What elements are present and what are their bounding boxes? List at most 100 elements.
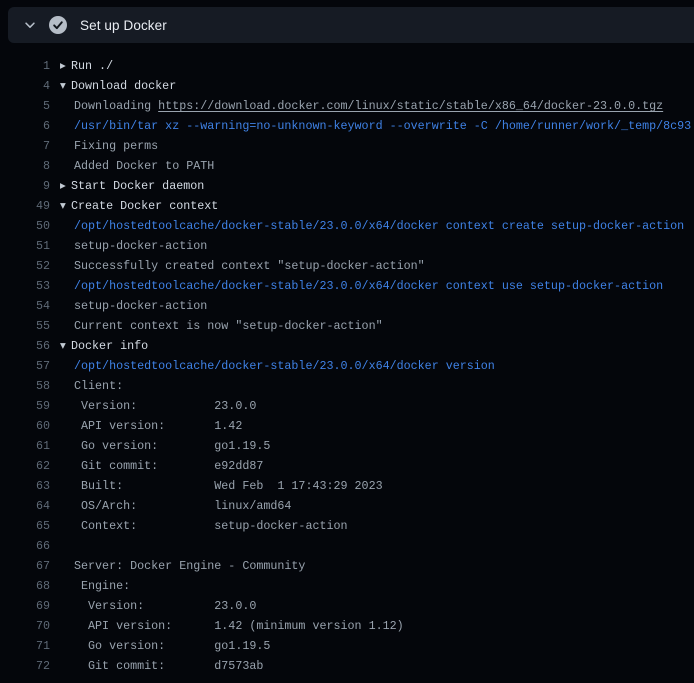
line-number[interactable]: 55	[0, 316, 50, 336]
group-title: Start Docker daemon	[71, 176, 204, 196]
log-text: Engine:	[74, 576, 130, 596]
indent-spacer	[50, 576, 74, 596]
log-line-row: 58Client:	[0, 376, 694, 396]
line-number[interactable]: 58	[0, 376, 50, 396]
indent-spacer	[50, 356, 74, 376]
step-header[interactable]: Set up Docker	[8, 7, 694, 43]
log-text: Git commit: d7573ab	[74, 656, 263, 676]
log-text: Current context is now "setup-docker-act…	[74, 316, 383, 336]
line-number[interactable]: 9	[0, 176, 50, 196]
log-line-row: 54 setup-docker-action	[0, 296, 694, 316]
line-number[interactable]: 5	[0, 96, 50, 116]
log-group-row[interactable]: 1 ▶Run ./	[0, 56, 694, 76]
chevron-down-icon[interactable]	[23, 18, 37, 32]
line-number[interactable]: 49	[0, 196, 50, 216]
indent-spacer	[50, 116, 74, 136]
log-line-row: 52 Successfully created context "setup-do…	[0, 256, 694, 276]
line-number[interactable]: 70	[0, 616, 50, 636]
log-text: Downloading https://download.docker.com/…	[74, 96, 663, 116]
line-number[interactable]: 63	[0, 476, 50, 496]
line-number[interactable]: 61	[0, 436, 50, 456]
line-number[interactable]: 1	[0, 56, 50, 76]
log-line-row: 68 Engine:	[0, 576, 694, 596]
line-number[interactable]: 71	[0, 636, 50, 656]
line-number[interactable]: 56	[0, 336, 50, 356]
line-number[interactable]: 54	[0, 296, 50, 316]
log-group-row[interactable]: 56 ▼Docker info	[0, 336, 694, 356]
log-text: Successfully created context "setup-dock…	[74, 256, 425, 276]
line-number[interactable]: 69	[0, 596, 50, 616]
triangle-collapsed-icon: ▶	[60, 56, 71, 76]
line-number[interactable]: 4	[0, 76, 50, 96]
indent-spacer	[50, 616, 74, 636]
line-number[interactable]: 67	[0, 556, 50, 576]
log-line-row: 53/opt/hostedtoolcache/docker-stable/23.…	[0, 276, 694, 296]
line-number[interactable]: 51	[0, 236, 50, 256]
command-text: /opt/hostedtoolcache/docker-stable/23.0.…	[74, 276, 663, 296]
triangle-expanded-icon: ▼	[60, 336, 71, 356]
log-line-row: 64 OS/Arch: linux/amd64	[0, 496, 694, 516]
log-line-row: 7Fixing perms	[0, 136, 694, 156]
line-number[interactable]: 65	[0, 516, 50, 536]
indent-spacer	[50, 156, 74, 176]
log-text: API version: 1.42 (minimum version 1.12)	[74, 616, 404, 636]
log-line-row: 63 Built: Wed Feb 1 17:43:29 2023	[0, 476, 694, 496]
line-number[interactable]: 52	[0, 256, 50, 276]
command-text: /opt/hostedtoolcache/docker-stable/23.0.…	[74, 356, 495, 376]
log-text: Context: setup-docker-action	[74, 516, 348, 536]
indent-spacer	[50, 236, 74, 256]
group-title: Create Docker context	[71, 196, 218, 216]
indent-spacer	[50, 516, 74, 536]
log-line-row: 71 Go version: go1.19.5	[0, 636, 694, 656]
log-line-row: 61 Go version: go1.19.5	[0, 436, 694, 456]
line-number[interactable]: 72	[0, 656, 50, 676]
indent-spacer	[50, 396, 74, 416]
log-group-row[interactable]: 49▼Create Docker context	[0, 196, 694, 216]
log-line-row: 62 Git commit: e92dd87	[0, 456, 694, 476]
line-number[interactable]: 7	[0, 136, 50, 156]
line-number[interactable]: 53	[0, 276, 50, 296]
log-line-row: 66	[0, 536, 694, 556]
log-line-row: 65 Context: setup-docker-action	[0, 516, 694, 536]
line-number[interactable]: 59	[0, 396, 50, 416]
log-text: Go version: go1.19.5	[74, 436, 270, 456]
log-line-row: 60 API version: 1.42	[0, 416, 694, 436]
log-text: API version: 1.42	[74, 416, 242, 436]
line-number[interactable]: 64	[0, 496, 50, 516]
log-lines: 1▶Run ./4▼Download docker5Downloading ht…	[0, 56, 694, 676]
log-line-row: 5 Downloading https://download.docker.com…	[0, 96, 694, 116]
indent-spacer	[50, 636, 74, 656]
indent-spacer	[50, 596, 74, 616]
indent-spacer	[50, 316, 74, 336]
log-text: Version: 23.0.0	[74, 396, 256, 416]
group-title: Docker info	[71, 336, 148, 356]
log-text: Git commit: e92dd87	[74, 456, 263, 476]
line-number[interactable]: 6	[0, 116, 50, 136]
line-number[interactable]: 60	[0, 416, 50, 436]
line-number[interactable]: 68	[0, 576, 50, 596]
download-url-link[interactable]: https://download.docker.com/linux/static…	[158, 99, 663, 113]
line-number[interactable]: 8	[0, 156, 50, 176]
log-text: Added Docker to PATH	[74, 156, 214, 176]
indent-spacer	[50, 656, 74, 676]
triangle-collapsed-icon: ▶	[60, 176, 71, 196]
indent-spacer	[50, 536, 74, 556]
indent-spacer	[50, 376, 74, 396]
log-group-row[interactable]: 9 ▶Start Docker daemon	[0, 176, 694, 196]
log-text: setup-docker-action	[74, 296, 207, 316]
log-line-row: 70 API version: 1.42 (minimum version 1.…	[0, 616, 694, 636]
line-number[interactable]: 57	[0, 356, 50, 376]
indent-spacer	[50, 96, 74, 116]
log-line-row: 50/opt/hostedtoolcache/docker-stable/23.…	[0, 216, 694, 236]
line-number[interactable]: 66	[0, 536, 50, 556]
line-number[interactable]: 62	[0, 456, 50, 476]
indent-spacer	[50, 496, 74, 516]
log-line-row: 67 Server: Docker Engine - Community	[0, 556, 694, 576]
indent-spacer	[50, 456, 74, 476]
line-number[interactable]: 50	[0, 216, 50, 236]
log-text: Server: Docker Engine - Community	[74, 556, 305, 576]
log-text: setup-docker-action	[74, 236, 207, 256]
group-title: Run ./	[71, 56, 113, 76]
log-text: Go version: go1.19.5	[74, 636, 270, 656]
log-group-row[interactable]: 4▼Download docker	[0, 76, 694, 96]
